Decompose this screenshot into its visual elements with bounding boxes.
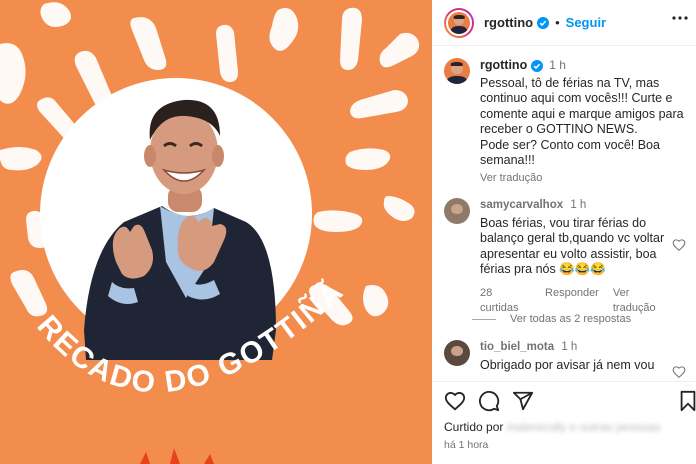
comment-item: tio_biel_mota 1 h Obrigado por avisar já… [444, 340, 692, 373]
post-time-ago: há 1 hora [444, 439, 489, 451]
comment-time: 1 h [561, 341, 578, 353]
comment-likes[interactable]: 28 curtidas [480, 286, 531, 317]
comment-text: Boas férias, vou tirar férias do balanço… [480, 215, 665, 277]
header-separator: • [555, 15, 560, 30]
follow-button[interactable]: Seguir [566, 15, 606, 30]
share-send-icon[interactable] [512, 390, 534, 412]
post-image-graphic: RECADO DO GOTTIÑÃO [0, 0, 420, 464]
caption-username[interactable]: rgottino [480, 58, 527, 74]
like-comment-heart-icon[interactable] [672, 238, 686, 252]
caption-translate-link[interactable]: Ver tradução [480, 171, 690, 187]
like-heart-icon[interactable] [444, 390, 466, 412]
like-comment-heart-icon[interactable] [672, 365, 686, 379]
view-replies-label[interactable]: Ver todas as 2 respostas [510, 313, 631, 325]
author-username[interactable]: rgottino [484, 15, 533, 30]
comment-reply-button[interactable]: Responder [545, 286, 599, 317]
liked-by-names[interactable]: malenicolly e outras pessoas [507, 420, 661, 434]
post-caption: rgottino 1 h Pessoal, tô de férias na TV… [444, 58, 692, 186]
more-options-icon[interactable] [672, 16, 688, 20]
caption-time: 1 h [549, 58, 566, 72]
comment-username[interactable]: tio_biel_mota [480, 341, 554, 353]
replies-divider [472, 318, 496, 320]
post-actions-bar: Curtido por malenicolly e outras pessoas… [432, 381, 696, 464]
commenter-avatar[interactable] [444, 340, 470, 366]
liked-by-prefix: Curtido por [444, 420, 504, 434]
comment-bubble-icon[interactable] [478, 390, 500, 412]
save-bookmark-icon[interactable] [678, 390, 696, 412]
caption-text: Pessoal, tô de férias na TV, mas continu… [480, 75, 684, 168]
comment-translate-link[interactable]: Ver tradução [613, 286, 672, 317]
comment-text: Obrigado por avisar já nem vou [480, 357, 655, 372]
commenter-avatar[interactable] [444, 198, 470, 224]
comment-item: samycarvalhox 1 h Boas férias, vou tirar… [444, 198, 692, 317]
comment-time: 1 h [570, 199, 587, 211]
author-avatar[interactable] [444, 7, 474, 38]
caption-author-avatar[interactable] [444, 58, 470, 84]
comment-username[interactable]: samycarvalhox [480, 199, 563, 211]
liked-by: Curtido por malenicolly e outras pessoas [444, 420, 661, 434]
view-replies[interactable]: Ver todas as 2 respostas [472, 313, 631, 325]
post-side-panel: rgottino • Seguir rgottino 1 h Pessoal, … [432, 0, 696, 464]
post-header: rgottino • Seguir [432, 0, 696, 46]
verified-badge-icon [531, 59, 544, 72]
verified-badge-icon [537, 16, 550, 29]
post-image[interactable]: RECADO DO GOTTIÑÃO [0, 0, 432, 464]
